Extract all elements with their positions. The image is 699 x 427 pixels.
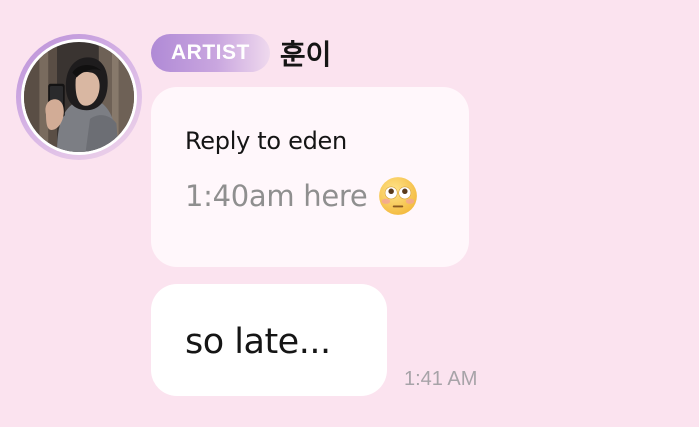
quoted-text: 1:40am here bbox=[185, 179, 368, 213]
reply-bubble[interactable]: Reply to eden 1:40am here bbox=[151, 87, 469, 267]
quoted-message: 1:40am here bbox=[185, 175, 469, 217]
artist-badge: ARTIST bbox=[151, 34, 270, 72]
avatar-ring bbox=[21, 39, 137, 155]
avatar[interactable] bbox=[16, 34, 142, 160]
message-text: so late... bbox=[185, 322, 331, 362]
sender-name: 훈이 bbox=[279, 38, 332, 71]
message-header: ARTIST 훈이 bbox=[151, 33, 331, 73]
flushed-face-icon bbox=[379, 177, 418, 215]
message-timestamp: 1:41 AM bbox=[404, 368, 478, 390]
avatar-photo bbox=[24, 42, 134, 152]
message-bubble[interactable]: so late... bbox=[151, 284, 387, 396]
reply-label: Reply to eden bbox=[185, 127, 347, 155]
